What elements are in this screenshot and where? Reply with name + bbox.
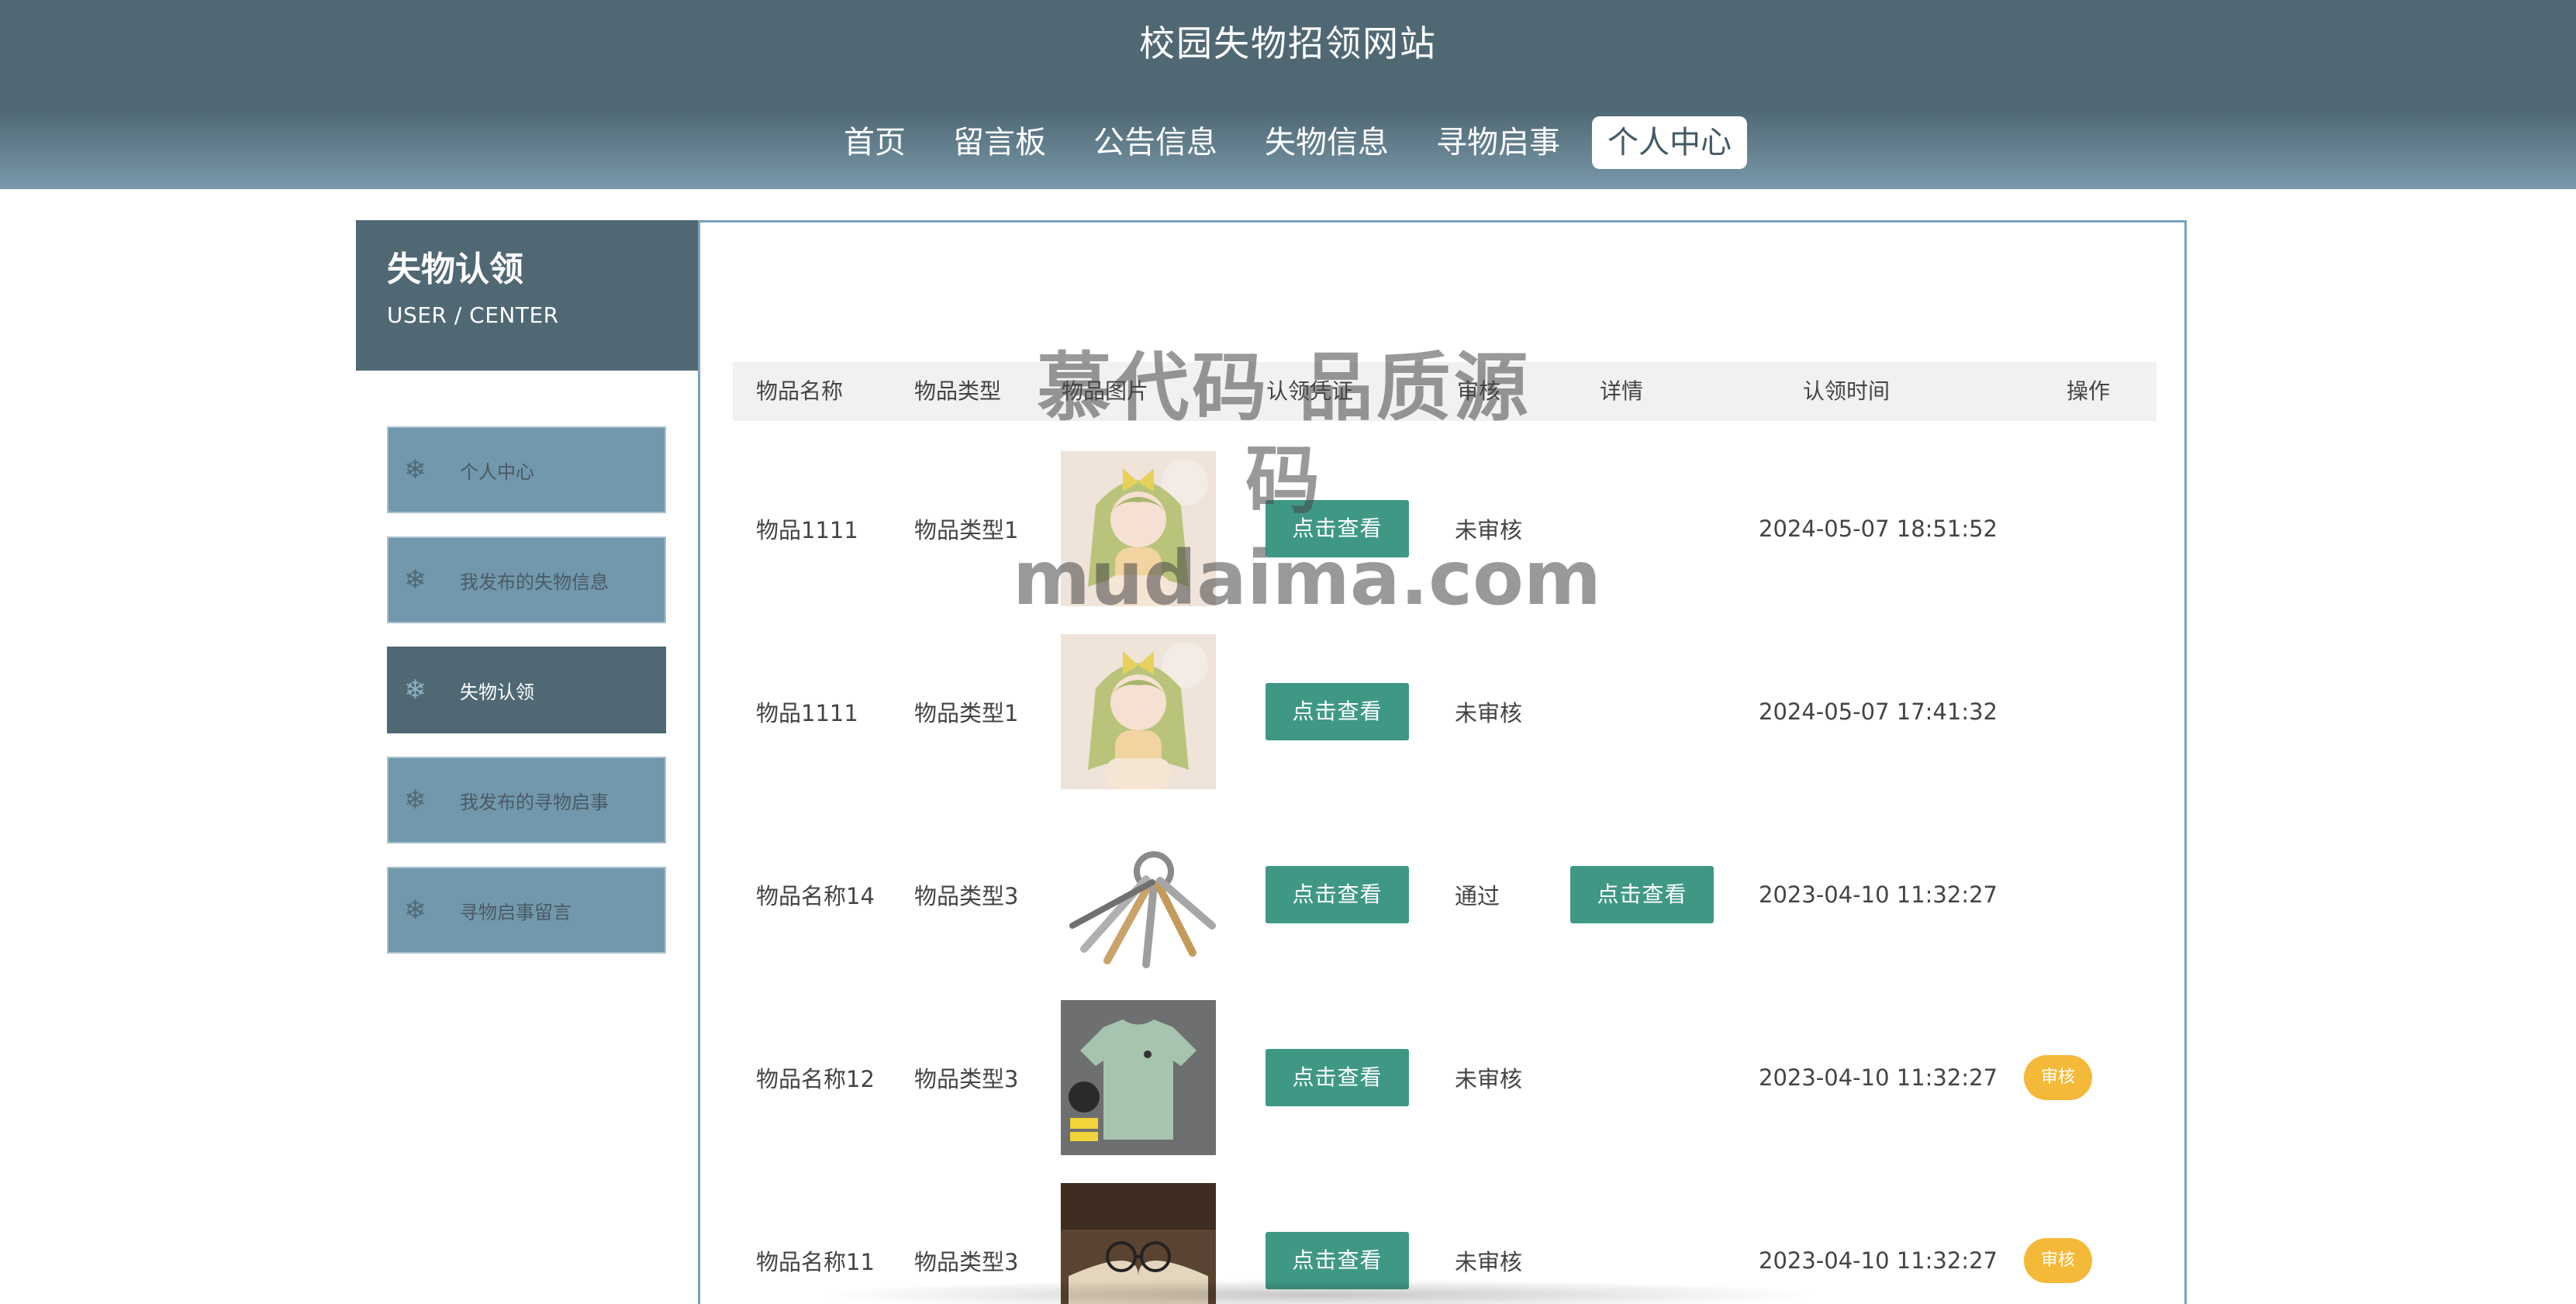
claim-time: 2024-05-07 17:41:32 — [1759, 699, 1998, 725]
column-header-audit: 审核 — [1457, 378, 1501, 404]
sidebar-menu: ❄ 个人中心 ❄ 我发布的失物信息 ❄ 失物认领 ❄ 我发布的寻物启事 ❄ 寻物… — [387, 426, 666, 977]
item-type: 物品类型3 — [914, 1249, 1019, 1275]
sidebar-header: 失物认领 USER / CENTER — [356, 220, 698, 371]
nav-item-message-board[interactable]: 留言板 — [938, 116, 1062, 169]
item-type: 物品类型3 — [914, 1066, 1019, 1092]
site-header: 校园失物招领网站 首页 留言板 公告信息 失物信息 寻物启事 个人中心 — [0, 0, 2576, 189]
column-header-image: 物品图片 — [1062, 378, 1149, 404]
audit-status: 未审核 — [1455, 700, 1523, 726]
audit-status: 通过 — [1455, 883, 1500, 909]
item-image — [1061, 634, 1216, 789]
item-name: 物品名称11 — [756, 1249, 875, 1275]
audit-button[interactable]: 审核 — [2024, 1055, 2092, 1100]
sidebar-title: 失物认领 — [387, 250, 523, 289]
view-proof-button[interactable]: 点击查看 — [1266, 1049, 1409, 1106]
table-row: 物品1111 物品类型1 点击查看 未审核 2024-05-07 18:51:5… — [700, 437, 2184, 620]
view-proof-button[interactable]: 点击查看 — [1266, 866, 1409, 923]
view-proof-button[interactable]: 点击查看 — [1266, 1232, 1409, 1289]
item-image — [1061, 451, 1216, 606]
snowflake-icon: ❄ — [404, 564, 426, 595]
nav-item-user-center[interactable]: 个人中心 — [1592, 116, 1747, 169]
nav-item-home[interactable]: 首页 — [828, 116, 921, 169]
claim-time: 2023-04-10 11:32:27 — [1759, 1064, 1998, 1091]
sidebar-item-label: 我发布的寻物启事 — [460, 791, 609, 813]
claim-time: 2023-04-10 11:32:27 — [1759, 881, 1998, 908]
sidebar-item-my-lost-posts[interactable]: ❄ 我发布的失物信息 — [387, 536, 666, 623]
sidebar-item-my-found-notices[interactable]: ❄ 我发布的寻物启事 — [387, 757, 666, 843]
snowflake-icon: ❄ — [404, 674, 426, 705]
audit-status: 未审核 — [1455, 1066, 1523, 1092]
audit-status: 未审核 — [1455, 517, 1523, 543]
column-header-name: 物品名称 — [756, 378, 844, 404]
item-name: 物品1111 — [756, 517, 858, 543]
nav-item-found-notices[interactable]: 寻物启事 — [1421, 116, 1576, 169]
column-header-detail: 详情 — [1600, 378, 1644, 404]
column-header-time: 认领时间 — [1803, 378, 1891, 404]
sidebar-item-label: 寻物启事留言 — [460, 901, 571, 923]
nav-item-announcements[interactable]: 公告信息 — [1078, 116, 1233, 169]
item-image — [1061, 1000, 1216, 1155]
snowflake-icon: ❄ — [404, 785, 426, 816]
column-header-action: 操作 — [2067, 378, 2111, 404]
sidebar-item-claims[interactable]: ❄ 失物认领 — [387, 647, 666, 733]
sidebar-item-notice-messages[interactable]: ❄ 寻物启事留言 — [387, 867, 666, 954]
item-image — [1061, 1183, 1216, 1304]
claim-time: 2024-05-07 18:51:52 — [1759, 516, 1998, 542]
claim-time: 2023-04-10 11:32:27 — [1759, 1247, 1998, 1274]
content-panel: 物品名称 物品类型 物品图片 认领凭证 审核 详情 认领时间 操作 物品1111… — [698, 220, 2187, 1304]
sidebar-subtitle: USER / CENTER — [387, 302, 559, 328]
audit-status: 未审核 — [1455, 1249, 1523, 1275]
item-type: 物品类型3 — [914, 883, 1019, 909]
item-name: 物品名称14 — [756, 883, 875, 909]
nav-item-lost-items[interactable]: 失物信息 — [1249, 116, 1404, 169]
view-proof-button[interactable]: 点击查看 — [1266, 500, 1409, 557]
table-row: 物品1111 物品类型1 点击查看 未审核 2024-05-07 17:41:3… — [700, 620, 2184, 803]
sidebar-item-label: 个人中心 — [460, 461, 534, 483]
site-title: 校园失物招领网站 — [1139, 22, 1437, 64]
table-row: 物品名称14 物品类型3 点击查看 通过 点击查看 2023-04-10 11:… — [700, 803, 2184, 986]
view-detail-button[interactable]: 点击查看 — [1570, 866, 1714, 923]
column-header-proof: 认领凭证 — [1266, 378, 1354, 404]
view-proof-button[interactable]: 点击查看 — [1266, 683, 1409, 740]
main-nav: 首页 留言板 公告信息 失物信息 寻物启事 个人中心 — [828, 116, 1763, 169]
sidebar-item-label: 失物认领 — [460, 681, 534, 703]
column-header-type: 物品类型 — [914, 378, 1002, 404]
item-type: 物品类型1 — [914, 700, 1019, 726]
audit-button[interactable]: 审核 — [2024, 1238, 2092, 1283]
item-name: 物品1111 — [756, 700, 858, 726]
item-image — [1061, 817, 1216, 972]
snowflake-icon: ❄ — [404, 895, 426, 926]
table-row: 物品名称11 物品类型3 点击查看 未审核 2023-04-10 11:32:2… — [700, 1169, 2184, 1304]
sidebar-item-label: 我发布的失物信息 — [460, 571, 609, 593]
table-row: 物品名称12 物品类型3 点击查看 未审核 2023-04-10 11:32:2… — [700, 986, 2184, 1169]
table-header: 物品名称 物品类型 物品图片 认领凭证 审核 详情 认领时间 操作 — [733, 362, 2156, 421]
item-type: 物品类型1 — [914, 517, 1019, 543]
snowflake-icon: ❄ — [404, 454, 426, 485]
item-name: 物品名称12 — [756, 1066, 875, 1092]
sidebar-item-user-center[interactable]: ❄ 个人中心 — [387, 426, 666, 513]
